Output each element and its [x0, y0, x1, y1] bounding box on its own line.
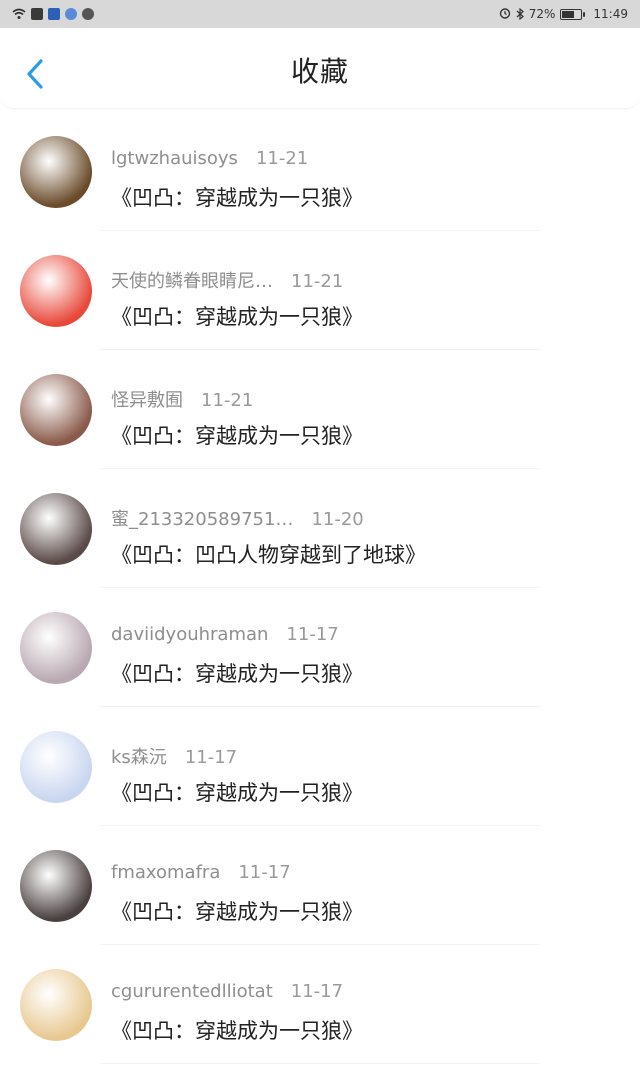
favorites-list: lgtwzhauisoys 11-21 《凹凸：穿越成为一只狼》 天使的鳞眷眼睛尼… 1…	[0, 112, 640, 1064]
avatar[interactable]	[20, 374, 92, 446]
book-title[interactable]: 《凹凸：凹凸人物穿越到了地球》	[111, 539, 426, 569]
battery-fill	[562, 10, 575, 18]
username[interactable]: cgururentedlliotat	[111, 981, 273, 1002]
book-title[interactable]: 《凹凸：穿越成为一只狼》	[111, 777, 363, 807]
meta-line: fmaxomafra 11-17	[111, 862, 291, 883]
wifi-icon	[12, 8, 26, 20]
list-item[interactable]: lgtwzhauisoys 11-21 《凹凸：穿越成为一只狼》	[0, 112, 640, 231]
timestamp: 11-17	[238, 862, 291, 883]
list-item[interactable]: 蜜_213320589751… 11-20 《凹凸：凹凸人物穿越到了地球》	[0, 469, 640, 588]
meta-line: cgururentedlliotat 11-17	[111, 981, 343, 1002]
meta-line: 怪异敷囿 11-21	[111, 386, 253, 412]
timestamp: 11-17	[290, 981, 344, 1002]
meta-line: lgtwzhauisoys 11-21	[111, 148, 308, 169]
status-bar: 72% 11:49	[0, 0, 640, 28]
app-icon-2	[48, 8, 60, 20]
alarm-icon	[499, 7, 511, 22]
timestamp: 11-17	[184, 747, 238, 768]
username[interactable]: 怪异敷囿	[111, 390, 183, 411]
avatar[interactable]	[20, 731, 92, 803]
battery-percent: 72%	[528, 7, 556, 21]
app-header: 收藏	[0, 28, 640, 108]
battery-icon	[560, 8, 586, 20]
book-title[interactable]: 《凹凸：穿越成为一只狼》	[111, 182, 363, 212]
meta-line: 天使的鳞眷眼睛尼… 11-21	[111, 267, 343, 293]
avatar[interactable]	[20, 969, 92, 1041]
divider	[100, 1063, 540, 1064]
meta-line: daviidyouhraman 11-17	[111, 624, 339, 645]
wechat-icon	[82, 8, 94, 20]
username[interactable]: 天使的鳞眷眼睛尼…	[111, 271, 273, 292]
username[interactable]: fmaxomafra	[111, 862, 220, 883]
app-icon-1	[31, 8, 43, 20]
book-title[interactable]: 《凹凸：穿越成为一只狼》	[111, 1015, 363, 1045]
avatar[interactable]	[20, 136, 92, 208]
avatar[interactable]	[20, 255, 92, 327]
avatar[interactable]	[20, 493, 92, 565]
app-icon-3	[65, 8, 77, 20]
page-title: 收藏	[290, 55, 349, 88]
bluetooth-icon	[516, 8, 524, 20]
timestamp: 11-21	[255, 148, 309, 169]
list-item[interactable]: 天使的鳞眷眼睛尼… 11-21 《凹凸：穿越成为一只狼》	[0, 231, 640, 350]
book-title[interactable]: 《凹凸：穿越成为一只狼》	[111, 301, 363, 331]
list-item[interactable]: ks森沅 11-17 《凹凸：穿越成为一只狼》	[0, 707, 640, 826]
list-item[interactable]: daviidyouhraman 11-17 《凹凸：穿越成为一只狼》	[0, 588, 640, 707]
username[interactable]: daviidyouhraman	[111, 624, 268, 645]
timestamp: 11-20	[311, 509, 364, 530]
username[interactable]: lgtwzhauisoys	[111, 148, 238, 169]
timestamp: 11-17	[286, 624, 339, 645]
username[interactable]: 蜜_213320589751…	[111, 509, 293, 530]
list-item[interactable]: fmaxomafra 11-17 《凹凸：穿越成为一只狼》	[0, 826, 640, 945]
list-item[interactable]: cgururentedlliotat 11-17 《凹凸：穿越成为一只狼》	[0, 945, 640, 1064]
status-time: 11:49	[593, 7, 628, 21]
meta-line: 蜜_213320589751… 11-20	[111, 505, 364, 531]
book-title[interactable]: 《凹凸：穿越成为一只狼》	[111, 658, 363, 688]
meta-line: ks森沅 11-17	[111, 743, 237, 769]
avatar[interactable]	[20, 850, 92, 922]
username[interactable]: ks森沅	[111, 747, 167, 768]
timestamp: 11-21	[291, 271, 344, 292]
status-bar-right: 72% 11:49	[499, 7, 628, 22]
list-item[interactable]: 怪异敷囿 11-21 《凹凸：穿越成为一只狼》	[0, 350, 640, 469]
timestamp: 11-21	[201, 390, 254, 411]
book-title[interactable]: 《凹凸：穿越成为一只狼》	[111, 896, 363, 926]
avatar[interactable]	[20, 612, 92, 684]
book-title[interactable]: 《凹凸：穿越成为一只狼》	[111, 420, 363, 450]
status-bar-left	[12, 8, 94, 20]
